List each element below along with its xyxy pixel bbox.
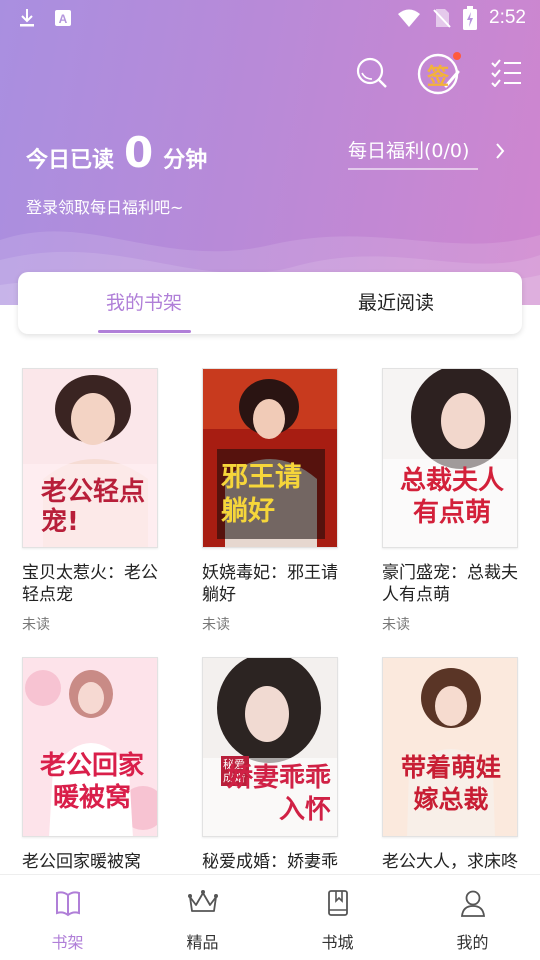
cover-title: 娇妻乖乖入怀 [226,763,331,825]
nav-featured-label: 精品 [186,933,219,952]
book-read-status: 未读 [22,617,50,633]
bottom-navigation: 书架 精品 书城 我的 [0,874,540,960]
cover-title: 邪王请躺好 [221,462,302,527]
book-title: 老公回家暖被窝 [22,852,141,872]
wifi-icon [398,9,421,27]
bookstore-icon [327,890,348,916]
book-title: 妖娆毒妃：邪王请躺好 [202,563,338,605]
daily-welfare-link[interactable]: 每日福利(0/0) [348,136,469,163]
tab-recent-reading[interactable]: 最近阅读 [270,272,522,334]
search-icon[interactable] [356,57,388,89]
book-cover[interactable]: 带着萌娃嫁总裁 [382,657,518,837]
active-tab-indicator [98,330,191,333]
nav-bookstore-label: 书城 [321,933,354,952]
battery-charging-icon [463,6,478,30]
nav-bookstore[interactable]: 书城 [270,875,405,960]
login-tip[interactable]: 登录领取每日福利吧~ [26,194,183,218]
book-card[interactable]: 带着萌娃嫁总裁 老公大人，求床咚 [382,657,522,873]
read-minutes-value: 0 [124,128,154,177]
crown-icon [187,890,218,912]
nav-profile-label: 我的 [456,933,489,952]
book-card[interactable]: 总裁夫人有点萌 豪门盛宠：总裁夫人有点萌 未读 [382,368,522,634]
book-read-status: 未读 [382,617,410,633]
chevron-right-icon[interactable] [494,141,506,161]
sign-in-label: 签 [427,65,450,90]
download-icon [20,9,34,27]
header-toolbar: 签 [356,50,522,96]
tab-my-bookshelf[interactable]: 我的书架 [18,272,270,334]
nav-featured[interactable]: 精品 [135,875,270,960]
svg-text:A: A [59,12,68,26]
book-read-status: 未读 [202,617,230,633]
cover-title: 老公轻点宠! [41,477,146,537]
notification-dot [453,52,461,60]
book-cover[interactable]: 秘爱成婚 娇妻乖乖入怀 [202,657,338,837]
nav-bookshelf-label: 书架 [51,933,84,952]
book-card[interactable]: 老公轻点宠! 宝贝太惹火：老公轻点宠 未读 [22,368,162,634]
cover-title: 总裁夫人有点萌 [399,466,504,528]
status-time: 2:52 [489,7,526,28]
checklist-icon[interactable] [490,59,522,87]
nav-bookshelf[interactable]: 书架 [0,875,135,960]
bookshelf-icon [55,891,80,917]
book-cover[interactable]: 老公轻点宠! [22,368,158,548]
text-notification-icon: A [55,10,71,26]
book-title: 宝贝太惹火：老公轻点宠 [22,563,158,605]
read-today-label: 今日已读 [26,148,115,173]
status-bar: A 2:52 [0,0,540,36]
cover-title: 带着萌娃嫁总裁 [400,753,501,814]
read-unit-label: 分钟 [163,148,208,173]
reading-stats: 今日已读 0 分钟 [26,132,207,174]
cover-title: 老公回家暖被窝 [39,751,144,813]
book-card[interactable]: 秘爱成婚 娇妻乖乖入怀 秘爱成婚：娇妻乖乖入怀 [202,657,342,895]
shelf-tabs: 我的书架 最近阅读 [18,272,522,334]
book-cover[interactable]: 老公回家暖被窝 [22,657,158,837]
book-cover[interactable]: 邪王请躺好 [202,368,338,548]
book-title: 老公大人，求床咚 [382,852,518,872]
sign-in-button[interactable]: 签 [416,50,462,96]
book-card[interactable]: 邪王请躺好 妖娆毒妃：邪王请躺好 未读 [202,368,342,634]
welfare-underline [348,168,478,170]
nav-profile[interactable]: 我的 [405,875,540,960]
book-card[interactable]: 老公回家暖被窝 老公回家暖被窝 [22,657,162,873]
profile-icon [460,890,485,917]
no-sim-icon [433,9,451,28]
book-cover[interactable]: 总裁夫人有点萌 [382,368,518,548]
book-title: 豪门盛宠：总裁夫人有点萌 [382,563,518,605]
